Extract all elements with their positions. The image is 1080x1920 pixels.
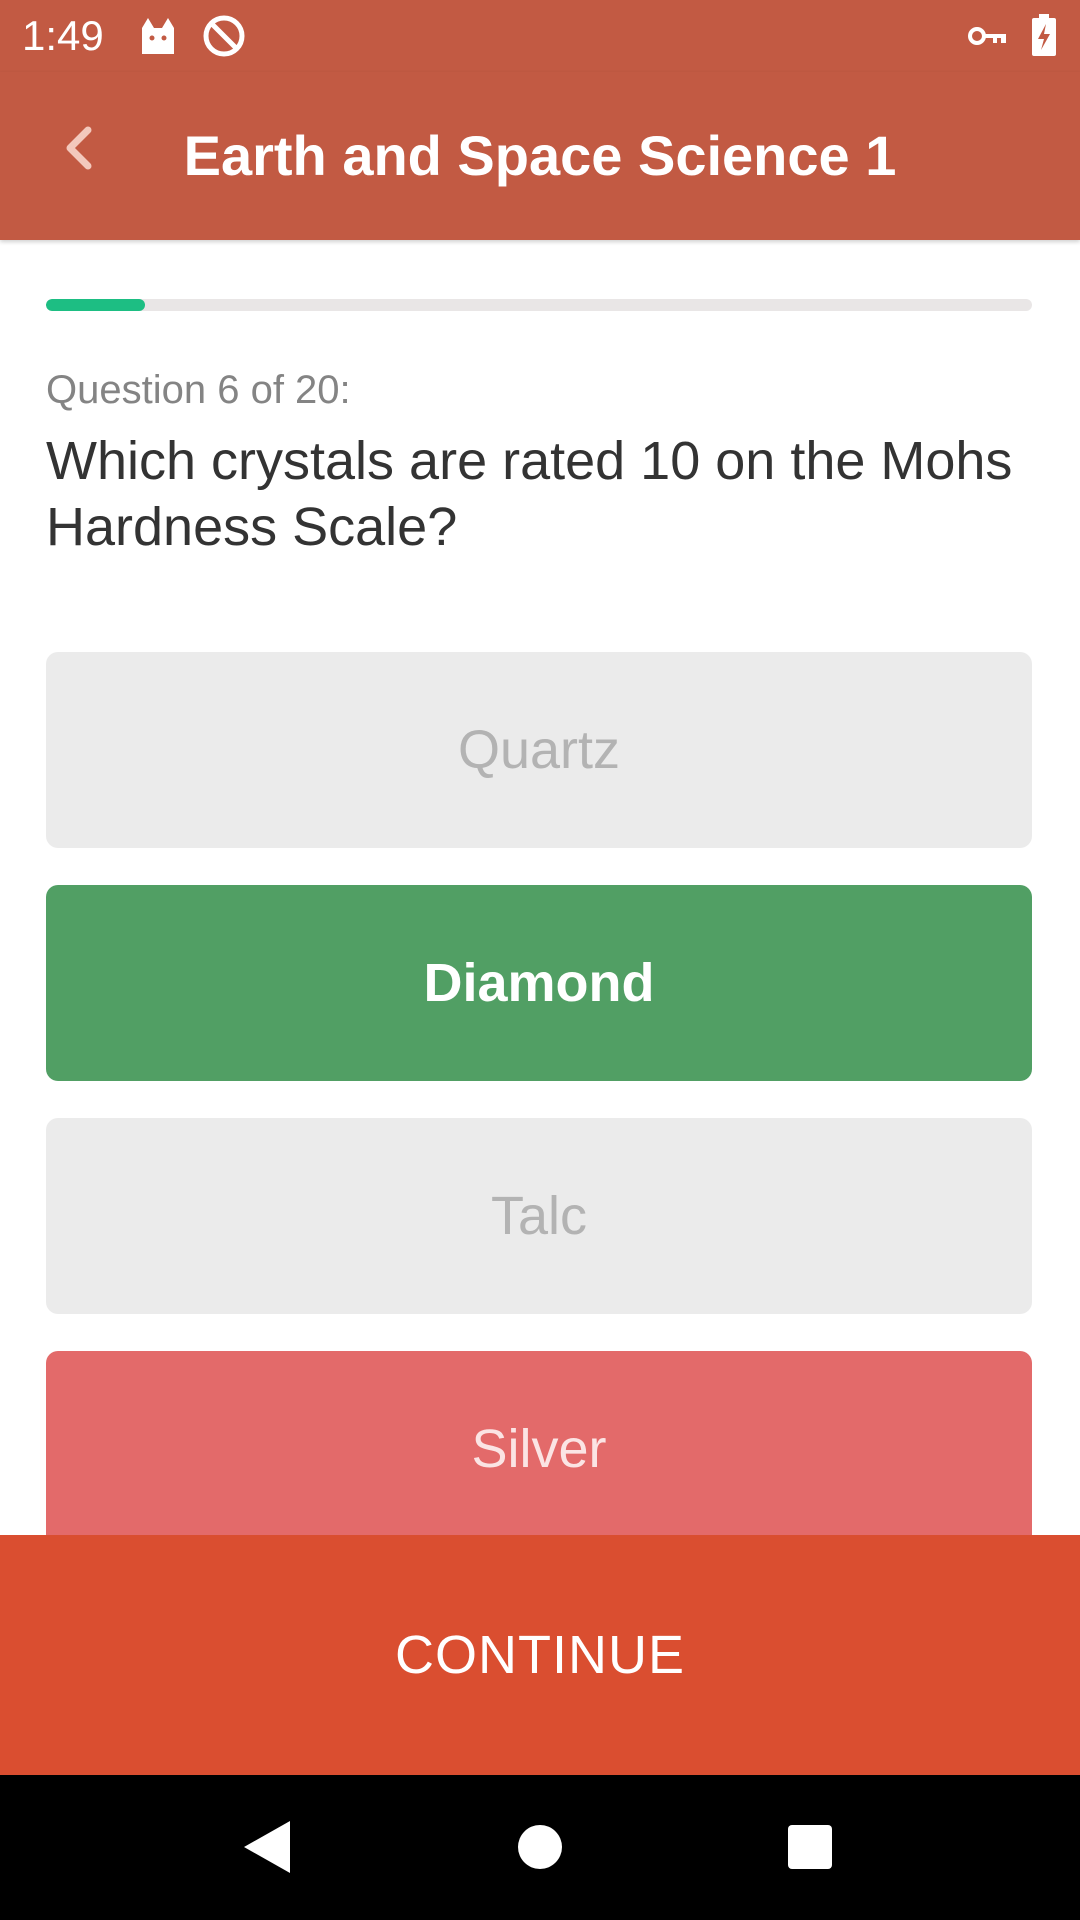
back-triangle-icon[interactable]: [226, 1807, 306, 1887]
answer-option-quartz[interactable]: Quartz: [46, 652, 1032, 848]
vpn-key-icon: [966, 14, 1010, 58]
answer-option-diamond[interactable]: Diamond: [46, 885, 1032, 1081]
answer-option-talc[interactable]: Talc: [46, 1118, 1032, 1314]
quiz-progress-bar: [46, 299, 1032, 311]
answer-list: Quartz Diamond Talc Silver: [46, 652, 1032, 1584]
home-circle-icon[interactable]: [500, 1807, 580, 1887]
quiz-progress-fill: [46, 299, 145, 311]
battery-charging-icon: [1030, 14, 1074, 58]
recents-square-icon[interactable]: [770, 1807, 850, 1887]
do-not-disturb-icon: [202, 14, 246, 58]
question-text: Which crystals are rated 10 on the Mohs …: [46, 431, 1013, 557]
status-time: 1:49: [22, 12, 104, 59]
continue-button[interactable]: CONTINUE: [0, 1535, 1080, 1775]
question-counter: Question 6 of 20:: [46, 368, 351, 412]
status-bar: 1:49: [0, 0, 1080, 72]
app-bar: Earth and Space Science 1: [0, 72, 1080, 240]
answer-option-silver[interactable]: Silver: [46, 1351, 1032, 1547]
cat-icon: [136, 14, 180, 58]
page-title: Earth and Space Science 1: [183, 124, 897, 187]
system-navigation-bar: [0, 1775, 1080, 1920]
